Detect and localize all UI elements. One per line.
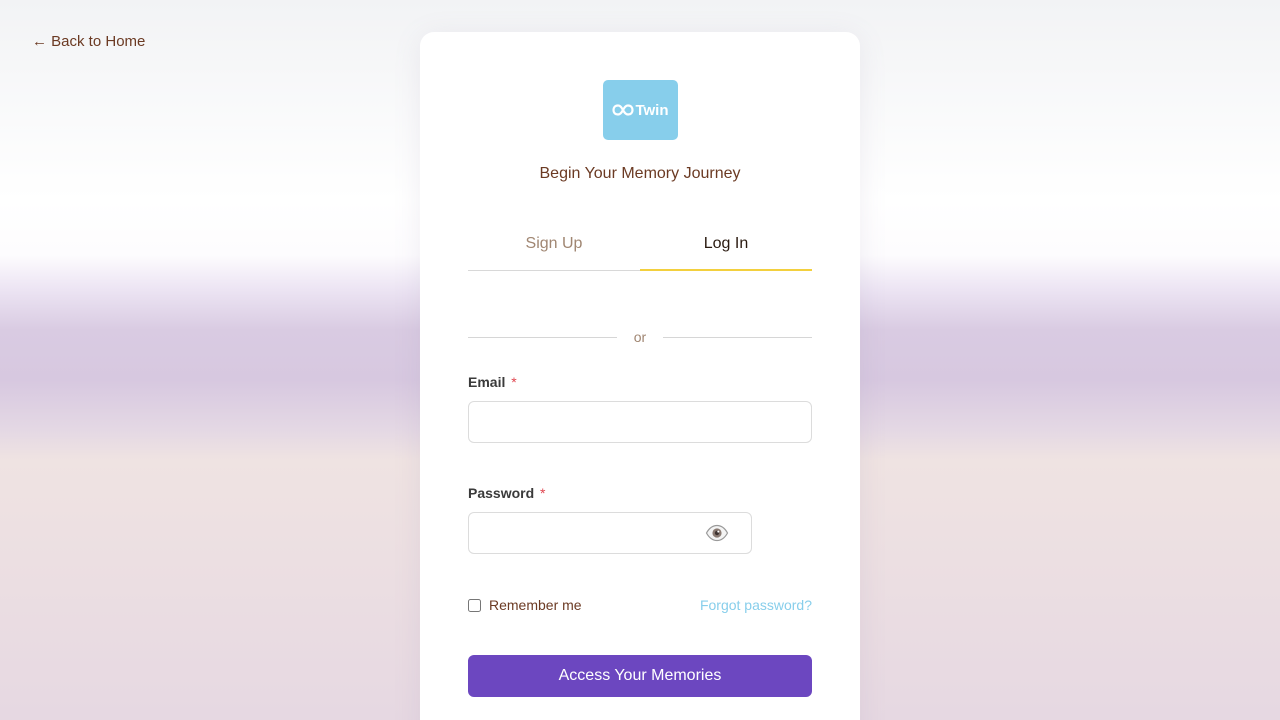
email-label: Email *: [468, 374, 517, 390]
auth-card: Twin Begin Your Memory Journey Sign Up L…: [420, 32, 860, 720]
infinity-icon: [612, 104, 635, 116]
forgot-password-link[interactable]: Forgot password?: [700, 597, 812, 613]
brand-logo: Twin: [603, 80, 678, 140]
auth-tabs: Sign Up Log In: [468, 224, 812, 271]
email-input[interactable]: [468, 401, 812, 443]
email-label-text: Email: [468, 374, 506, 390]
password-field: [468, 512, 752, 554]
logo-text: Twin: [635, 101, 669, 119]
password-required-mark: *: [540, 485, 546, 501]
tagline: Begin Your Memory Journey: [539, 165, 741, 182]
password-label: Password *: [468, 485, 545, 501]
email-required-mark: *: [511, 374, 517, 390]
remember-me-label: Remember me: [489, 597, 582, 613]
password-input[interactable]: [469, 513, 713, 553]
back-to-home-link[interactable]: ← Back to Home: [32, 33, 145, 50]
access-memories-button[interactable]: Access Your Memories: [468, 655, 812, 697]
eye-icon[interactable]: [705, 524, 729, 542]
or-divider: or: [468, 327, 812, 347]
remember-me-checkbox[interactable]: [468, 598, 481, 612]
password-label-text: Password: [468, 485, 535, 501]
remember-me[interactable]: Remember me: [468, 597, 582, 613]
tab-log-in[interactable]: Log In: [640, 224, 812, 271]
tab-sign-up[interactable]: Sign Up: [468, 224, 640, 270]
divider-line-right: [663, 337, 812, 338]
